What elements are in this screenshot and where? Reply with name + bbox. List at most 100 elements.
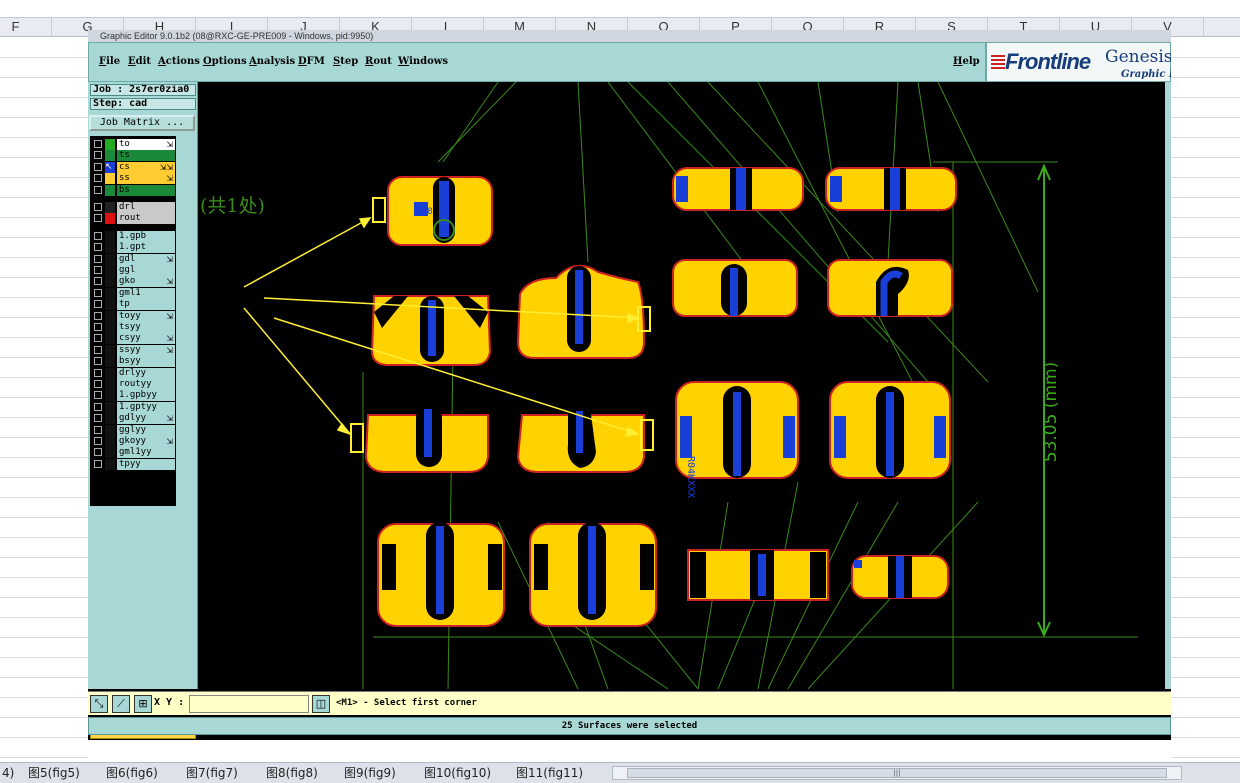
layer-row-gko[interactable]: gko ⇲ [91,276,177,288]
layer-row-ggl[interactable]: ggl [91,265,177,276]
menu-file[interactable]: File [99,56,120,67]
layer-row-gdl[interactable]: gdl ⇲ [91,253,177,265]
xy-input[interactable] [189,695,309,713]
layer-row-ssyy[interactable]: ssyy ⇲ [91,344,177,356]
sheet-tab-fig11[interactable]: 图11(fig11) [516,765,583,782]
layer-row-1-gpt[interactable]: 1.gpt [91,242,177,254]
layer-checkbox[interactable] [94,448,102,457]
layer-checkbox[interactable] [94,414,102,423]
layer-row-tpyy[interactable]: tpyy [91,458,177,470]
layer-checkbox[interactable] [94,437,102,445]
sheet-tab-fig6[interactable]: 图6(fig6) [106,765,158,782]
layer-checkbox[interactable] [94,203,102,211]
layer-checkbox[interactable] [94,214,102,223]
layer-checkbox[interactable] [94,334,102,343]
grid-row-line [0,397,88,398]
scroll-thumb[interactable]: ||| [627,768,1167,778]
layer-color-swatch [105,184,115,196]
layer-row-routyy[interactable]: routyy [91,379,177,390]
layer-checkbox[interactable] [94,243,102,252]
layer-row-gml1yy[interactable]: gml1yy [91,447,177,459]
layer-checkbox[interactable] [94,300,102,309]
graphic-canvas[interactable]: 53.05 (mm) (共1处) R04KXXX J8 [198,82,1166,689]
menu-rout[interactable]: Rout [365,56,392,67]
layer-row-gglyy[interactable]: gglyy [91,424,177,436]
layer-checkbox[interactable] [94,357,102,366]
layer-row-drl[interactable]: drl [91,202,177,213]
grid-row-line [1171,697,1240,698]
layer-checkbox[interactable] [94,151,102,160]
grid-row-line [0,377,88,378]
layer-row-gml1[interactable]: gml1 [91,287,177,299]
layer-checkbox[interactable] [94,323,102,331]
layer-checkbox[interactable] [94,174,102,183]
layer-checkbox[interactable] [94,380,102,388]
snap-button[interactable]: ◫ [312,695,330,713]
frontline-logo: Frontline Genesis 2 Graphic Ed [986,42,1171,82]
layer-row-cs[interactable]: ↖ cs ⇲⇲ [91,161,177,173]
menu-analysis[interactable]: Analysis [249,56,295,67]
menu-edit[interactable]: Edit [128,56,151,67]
grid-row-line [1171,357,1240,358]
sheet-tab-fig5[interactable]: 图5(fig5) [28,765,80,782]
menu-windows[interactable]: Windows [398,56,448,67]
job-label: Job : 2s7er0zia0 [90,84,196,96]
horizontal-scrollbar[interactable]: ||| [612,766,1182,780]
sheet-tab-fig9[interactable]: 图9(fig9) [344,765,396,782]
layer-checkbox[interactable] [94,140,102,148]
layer-name: bsyy [117,356,175,368]
layer-row-rout[interactable]: rout [91,213,177,225]
layer-row-ts[interactable]: ts [91,150,177,162]
sheet-tab-fig8[interactable]: 图8(fig8) [266,765,318,782]
layer-checkbox[interactable] [94,459,102,468]
layer-row-gkoyy[interactable]: gkoyy ⇲ [91,436,177,447]
layer-row-1-gptyy[interactable]: 1.gptyy [91,401,177,413]
layer-row-tsyy[interactable]: tsyy [91,322,177,333]
layer-checkbox[interactable] [94,266,102,274]
column-header-f[interactable]: F [0,18,52,36]
menu-options[interactable]: Options [203,56,247,67]
layer-row-bsyy[interactable]: bsyy [91,356,177,368]
menu-step[interactable]: Step [333,56,358,67]
grid-row-line [1171,217,1240,218]
job-matrix-button[interactable]: Job Matrix ... [89,115,195,131]
layer-checkbox[interactable] [94,368,102,377]
grid-row-line [0,537,88,538]
layer-checkbox[interactable] [94,288,102,297]
grid-row-line [1171,577,1240,578]
layer-row-gdlyy[interactable]: gdlyy ⇲ [91,413,177,425]
layer-checkbox[interactable] [94,231,102,240]
grid-row-line [1171,677,1240,678]
menu-help[interactable]: Help [953,56,980,67]
layer-checkbox[interactable] [94,311,102,320]
layer-row-bs[interactable]: bs [91,184,177,196]
zoom-fit-button[interactable]: ⤡ [90,695,108,713]
sheet-tab-fig7[interactable]: 图7(fig7) [186,765,238,782]
menu-actions[interactable]: Actions [158,56,200,67]
layer-row-ss[interactable]: ss ⇲ [91,173,177,185]
sheet-tab-prev[interactable]: 4) [2,765,14,782]
prompt-message: <M1> - Select first corner [336,698,477,708]
layer-checkbox[interactable] [94,185,102,194]
layer-row-1-gpb[interactable]: 1.gpb [91,230,177,242]
layer-checkbox[interactable] [94,402,102,411]
layer-row-csyy[interactable]: csyy ⇲ [91,333,177,345]
layer-checkbox[interactable] [94,425,102,434]
layer-checkbox[interactable] [94,391,102,400]
layer-row-to[interactable]: to ⇲ [91,139,177,150]
layer-checkbox[interactable] [94,345,102,354]
layer-checkbox[interactable] [94,162,102,171]
grid-row-line [1171,317,1240,318]
layer-row-1-gpbyy[interactable]: 1.gpbyy [91,390,177,402]
layer-row-drlyy[interactable]: drlyy [91,367,177,379]
layer-name: bs [117,184,175,196]
menu-dfm[interactable]: DFM [298,56,325,67]
layer-checkbox[interactable] [94,254,102,263]
grid-button[interactable]: ⊞ [134,695,152,713]
layer-checkbox[interactable] [94,277,102,286]
zoom-area-button[interactable]: ⟋ [112,695,130,713]
layer-row-toyy[interactable]: toyy ⇲ [91,310,177,322]
sheet-tab-fig10[interactable]: 图10(fig10) [424,765,491,782]
layer-row-tp[interactable]: tp [91,299,177,311]
grid-row-line [0,617,88,618]
